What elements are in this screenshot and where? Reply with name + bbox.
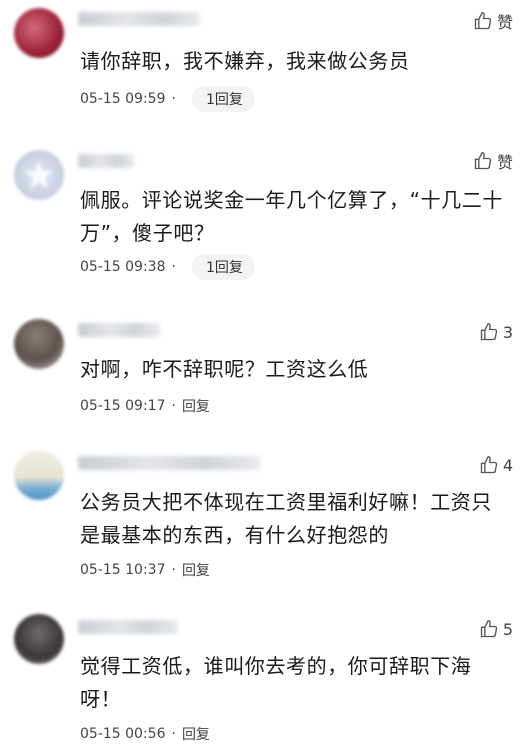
comment-meta: 05-15 10:37 · 回复 bbox=[80, 557, 210, 583]
like-button[interactable]: 5 bbox=[479, 618, 513, 640]
comment-time: 05-15 09:38 bbox=[80, 259, 166, 275]
avatar[interactable] bbox=[14, 8, 64, 58]
separator-dot: · bbox=[171, 726, 176, 742]
thumbs-up-icon bbox=[474, 151, 492, 170]
reply-button[interactable]: 回复 bbox=[182, 396, 210, 416]
username-blurred[interactable] bbox=[78, 456, 260, 470]
comment-time: 05-15 10:37 bbox=[80, 562, 166, 578]
thumbs-up-icon bbox=[480, 455, 497, 474]
comment-text: 觉得工资低，谁叫你去考的，你可辞职下海呀！ bbox=[80, 654, 472, 711]
comment-item: 4 公务员大把不体现在工资里福利好嘛！工资只是最基本的东西，有什么好抱怨的 05… bbox=[0, 444, 527, 594]
comment-meta: 05-15 09:59 · 1回复 bbox=[80, 86, 255, 112]
username-blurred[interactable] bbox=[78, 12, 200, 26]
like-button[interactable]: 赞 bbox=[473, 150, 513, 172]
separator-dot: · bbox=[171, 562, 176, 578]
like-count: 5 bbox=[502, 619, 513, 639]
username-blurred[interactable] bbox=[78, 154, 134, 168]
comment-time: 05-15 00:56 bbox=[80, 726, 166, 742]
like-button[interactable]: 3 bbox=[479, 321, 513, 343]
comment-meta: 05-15 09:38 · 1回复 bbox=[80, 254, 255, 280]
thumbs-up-icon bbox=[480, 619, 497, 638]
username-blurred[interactable] bbox=[78, 620, 178, 634]
comment-text: 对啊，咋不辞职呢？工资这么低 bbox=[80, 357, 369, 381]
avatar[interactable] bbox=[14, 450, 64, 500]
reply-button[interactable]: 1回复 bbox=[191, 254, 255, 280]
comment-item: 赞 佩服。评论说奖金一年几个亿算了，“十几二十万”，傻子吧？ 05-15 09:… bbox=[0, 142, 527, 302]
like-button[interactable]: 4 bbox=[479, 454, 513, 476]
comment-item: 5 觉得工资低，谁叫你去考的，你可辞职下海呀！ 05-15 00:56 · 回复 bbox=[0, 606, 527, 748]
avatar[interactable] bbox=[14, 150, 64, 200]
separator-dot: · bbox=[171, 259, 176, 275]
username-blurred[interactable] bbox=[78, 323, 160, 337]
reply-button[interactable]: 回复 bbox=[182, 560, 210, 580]
like-button[interactable]: 赞 bbox=[473, 10, 513, 32]
like-label: 赞 bbox=[496, 153, 513, 172]
comment-time: 05-15 09:59 bbox=[80, 91, 166, 107]
thumbs-up-icon bbox=[480, 322, 497, 341]
comment-time: 05-15 09:17 bbox=[80, 398, 166, 414]
like-count: 3 bbox=[502, 322, 513, 342]
comment-text: 请你辞职，我不嫌弃，我来做公务员 bbox=[80, 49, 410, 73]
like-label: 赞 bbox=[496, 13, 513, 32]
like-count: 4 bbox=[502, 455, 513, 475]
separator-dot: · bbox=[171, 398, 176, 414]
avatar[interactable] bbox=[14, 319, 64, 369]
comment-text: 公务员大把不体现在工资里福利好嘛！工资只是最基本的东西，有什么好抱怨的 bbox=[80, 490, 492, 547]
reply-button[interactable]: 1回复 bbox=[191, 86, 255, 112]
separator-dot: · bbox=[171, 91, 176, 107]
reply-button[interactable]: 回复 bbox=[182, 724, 210, 744]
comment-meta: 05-15 00:56 · 回复 bbox=[80, 721, 210, 747]
comment-meta: 05-15 09:17 · 回复 bbox=[80, 393, 210, 419]
comment-item: 赞 请你辞职，我不嫌弃，我来做公务员 05-15 09:59 · 1回复 bbox=[0, 0, 527, 130]
thumbs-up-icon bbox=[474, 11, 492, 30]
avatar[interactable] bbox=[14, 614, 64, 664]
comment-text: 佩服。评论说奖金一年几个亿算了，“十几二十万”，傻子吧？ bbox=[80, 188, 503, 245]
comment-item: 3 对啊，咋不辞职呢？工资这么低 05-15 09:17 · 回复 bbox=[0, 313, 527, 423]
